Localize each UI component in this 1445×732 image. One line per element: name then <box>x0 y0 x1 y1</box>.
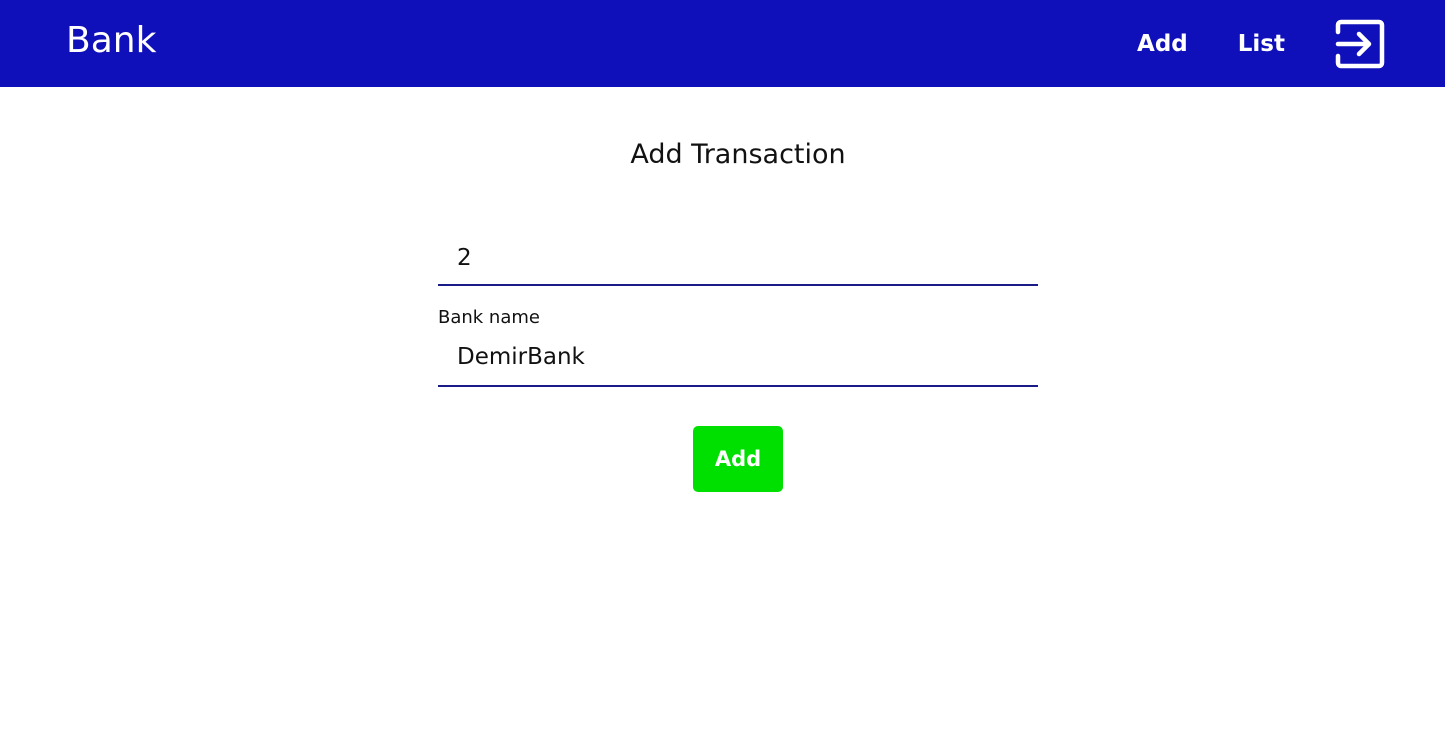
logout-arrow-icon <box>1335 19 1385 68</box>
nav-links: Add List <box>1137 0 1385 87</box>
bank-name-input[interactable] <box>438 329 1038 387</box>
nav-link-add[interactable]: Add <box>1137 29 1188 59</box>
brand-link[interactable]: Bank <box>66 18 156 64</box>
amount-input[interactable] <box>438 232 1038 286</box>
add-submit-button[interactable]: Add <box>693 426 783 492</box>
logout-button[interactable] <box>1335 19 1385 69</box>
page-title: Add Transaction <box>630 139 846 170</box>
nav-link-list[interactable]: List <box>1238 29 1285 59</box>
bank-name-label: Bank name <box>438 307 540 328</box>
bank-name-field-group: Bank name <box>438 307 1038 387</box>
add-transaction-form: Bank name <box>438 232 1038 387</box>
navbar: Bank Add List <box>0 0 1445 87</box>
amount-field-group <box>438 232 1038 286</box>
